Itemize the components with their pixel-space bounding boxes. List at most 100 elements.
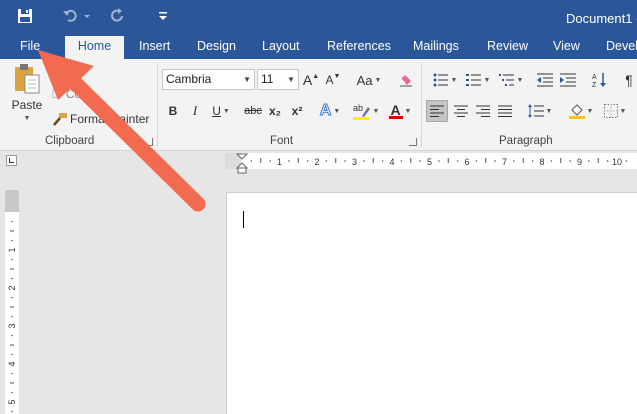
tab-references[interactable]: References [327, 36, 391, 59]
clipboard-dialog-launcher[interactable] [145, 138, 153, 146]
clear-formatting-button[interactable] [396, 70, 416, 90]
grow-font-icon: A [302, 72, 313, 88]
document-page[interactable] [226, 192, 637, 414]
ruler-tick [11, 391, 13, 394]
ruler-tick [456, 160, 459, 162]
tab-design[interactable]: Design [197, 36, 236, 59]
paint-bucket-icon [568, 104, 585, 119]
cut-button[interactable]: ✂ Cut [52, 64, 84, 80]
chevron-down-icon: ▼ [287, 75, 295, 84]
tab-mailings[interactable]: Mailings [413, 36, 459, 59]
undo-icon[interactable] [60, 5, 94, 27]
tab-selector[interactable] [6, 155, 17, 166]
ruler-number: 3 [352, 157, 357, 167]
subscript-button[interactable]: x₂ [266, 101, 284, 121]
shrink-font-button[interactable]: A ▼ [325, 70, 341, 90]
font-size-box[interactable]: 11 ▼ [257, 69, 299, 90]
align-center-button[interactable] [451, 101, 471, 121]
line-spacing-icon [527, 104, 544, 118]
superscript-button[interactable]: x² [288, 101, 306, 121]
ruler-number: 2 [314, 157, 319, 167]
ruler-tick [11, 258, 13, 261]
ruler-tick [11, 296, 13, 299]
tab-layout[interactable]: Layout [262, 36, 300, 59]
copy-button[interactable]: ❐ Co [52, 86, 81, 102]
font-name-box[interactable]: Cambria ▼ [162, 69, 255, 90]
ruler-number: 3 [7, 323, 17, 328]
format-painter-button[interactable]: Format Painter [52, 110, 149, 128]
highlight-color-button[interactable]: ab ▼ [351, 101, 381, 121]
hanging-indent-marker[interactable] [235, 162, 249, 169]
tab-developer[interactable]: Devel [606, 36, 637, 59]
left-indent-marker[interactable] [237, 167, 247, 174]
align-right-button[interactable] [473, 101, 493, 121]
save-icon[interactable] [14, 5, 36, 27]
ruler-tick [381, 160, 384, 162]
group-divider [421, 63, 422, 147]
font-color-icon: A [388, 102, 403, 119]
text-effects-button[interactable]: A ▼ [316, 101, 344, 121]
shading-button[interactable]: ▼ [566, 101, 596, 121]
change-case-button[interactable]: Aa ▼ [354, 70, 384, 90]
scissors-icon: ✂ [52, 66, 62, 79]
grow-font-button[interactable]: A ▲ [302, 70, 319, 90]
font-dialog-launcher[interactable] [409, 138, 417, 146]
multilevel-list-button[interactable]: ▼ [496, 70, 526, 90]
justify-button[interactable] [495, 101, 515, 121]
ruler-tick [11, 220, 13, 223]
sort-button[interactable]: A Z [590, 70, 610, 90]
chevron-down-icon: ▼ [483, 76, 491, 84]
paste-button[interactable]: Paste ▼ [8, 63, 46, 125]
numbering-button[interactable]: ▼ [464, 70, 492, 90]
paragraph-group-label: Paragraph [499, 135, 553, 147]
ruler-number: 8 [539, 157, 544, 167]
tab-insert[interactable]: Insert [139, 36, 170, 59]
highlighter-icon: ab [352, 103, 370, 120]
align-left-icon [430, 105, 444, 117]
tab-home[interactable]: Home [65, 36, 124, 59]
align-left-button[interactable] [426, 100, 448, 122]
strikethrough-button[interactable]: abc [241, 101, 265, 121]
paste-icon [15, 64, 40, 94]
chevron-down-icon: ▼ [243, 75, 251, 84]
decrease-indent-button[interactable] [535, 70, 555, 90]
chevron-down-icon: ▼ [450, 76, 458, 84]
ruler-tick [306, 160, 309, 162]
ruler-tick [288, 160, 290, 162]
ruler-tick [494, 160, 496, 162]
text-cursor [243, 211, 244, 228]
bold-button[interactable]: B [166, 101, 180, 121]
clear-formatting-icon [400, 75, 412, 87]
increase-indent-button[interactable] [558, 70, 578, 90]
ribbon-home: Paste ▼ ✂ Cut ❐ Co Format Painter Clipbo… [0, 59, 637, 151]
svg-text:A: A [592, 74, 597, 81]
show-formatting-marks-button[interactable]: ¶ [622, 70, 636, 90]
decrease-indent-icon [537, 73, 553, 87]
chevron-down-icon: ▼ [222, 107, 230, 115]
tab-file[interactable]: File [20, 36, 40, 59]
chevron-down-icon: ▼ [545, 107, 553, 115]
borders-button[interactable]: ▼ [600, 101, 630, 121]
italic-button[interactable]: I [188, 101, 202, 121]
ruler-tick [11, 410, 13, 413]
text-effects-icon: A [319, 102, 332, 120]
redo-icon[interactable] [108, 5, 128, 27]
underline-button[interactable]: U ▼ [208, 101, 234, 121]
first-line-indent-marker[interactable] [235, 153, 249, 160]
pilcrow-icon: ¶ [625, 72, 633, 88]
tab-view[interactable]: View [553, 36, 580, 59]
tab-review[interactable]: Review [487, 36, 528, 59]
ruler-number: 5 [7, 399, 17, 404]
font-color-button[interactable]: A ▼ [385, 101, 415, 121]
ruler-tick [625, 160, 628, 162]
customize-qat-icon[interactable] [156, 5, 170, 27]
chevron-down-icon: ▼ [333, 107, 341, 115]
chevron-down-icon: ▼ [619, 107, 627, 115]
bullets-button[interactable]: ▼ [427, 70, 463, 90]
align-center-icon [454, 105, 468, 117]
ruler-number: 10 [612, 157, 622, 167]
line-spacing-button[interactable]: ▼ [525, 101, 555, 121]
shrink-font-icon: A [325, 73, 334, 87]
caret-down-icon: ▼ [333, 72, 341, 80]
chevron-down-icon: ▼ [372, 107, 380, 115]
